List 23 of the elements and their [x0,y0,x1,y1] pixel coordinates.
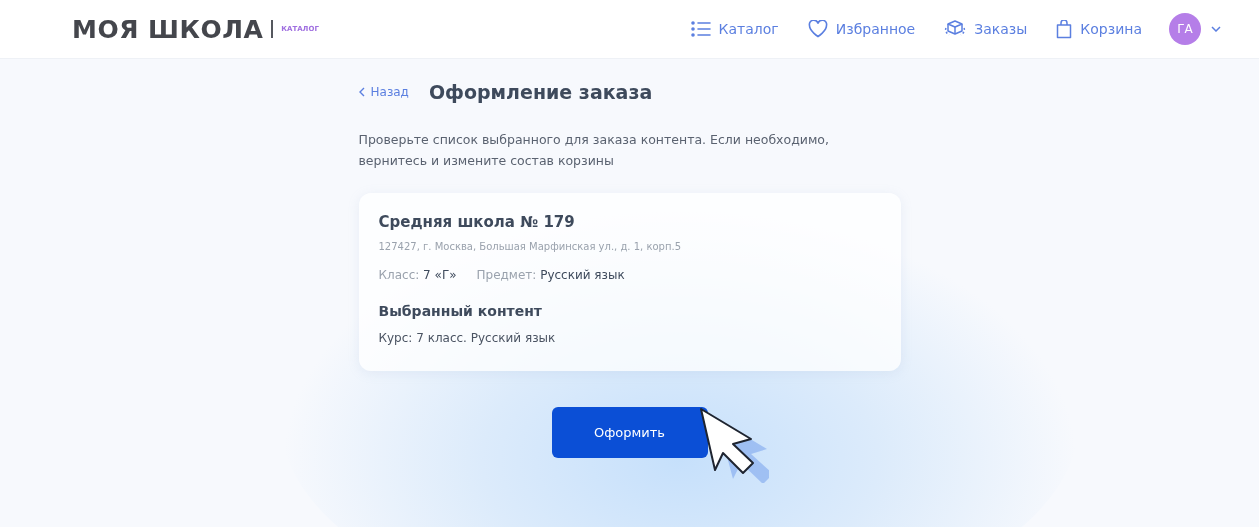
box-icon [944,20,967,38]
heart-icon [807,20,828,38]
nav-link[interactable]: Корзина [1056,19,1142,39]
school-address: 127427, г. Москва, Большая Марфинская ул., д. 1, корп.5 [378,241,682,252]
page-title: Оформление заказа [428,81,653,103]
user-avatar[interactable]: ГА [1169,13,1201,45]
section-heading: Выбранный контент [378,303,543,319]
content-item: Курс: 7 класс. Русский язык [378,331,557,345]
nav-link[interactable]: Заказы [944,20,1028,38]
detail-text: Предмет: Русский язык [476,268,625,282]
description-text: Проверьте список выбранного для заказа контента. Если необходимо, вернитесь и измените состав корзины [358,131,830,170]
chevron-down-icon[interactable] [1211,26,1221,32]
detail-text: Класс: 7 «Г» [378,268,457,282]
submit-button[interactable]: Оформить [551,407,708,458]
list-icon [690,21,711,37]
logo-divider [271,20,274,38]
chevron-left-icon [358,87,365,97]
logo-text[interactable]: МОЯ ШКОЛА [72,14,264,44]
nav-link[interactable]: Избранное [807,20,916,38]
school-name: Средняя школа № 179 [378,213,576,231]
nav-link[interactable]: Каталог [690,21,779,37]
shopping-bag-icon [1056,19,1073,39]
back-link[interactable]: Назад [358,85,409,99]
